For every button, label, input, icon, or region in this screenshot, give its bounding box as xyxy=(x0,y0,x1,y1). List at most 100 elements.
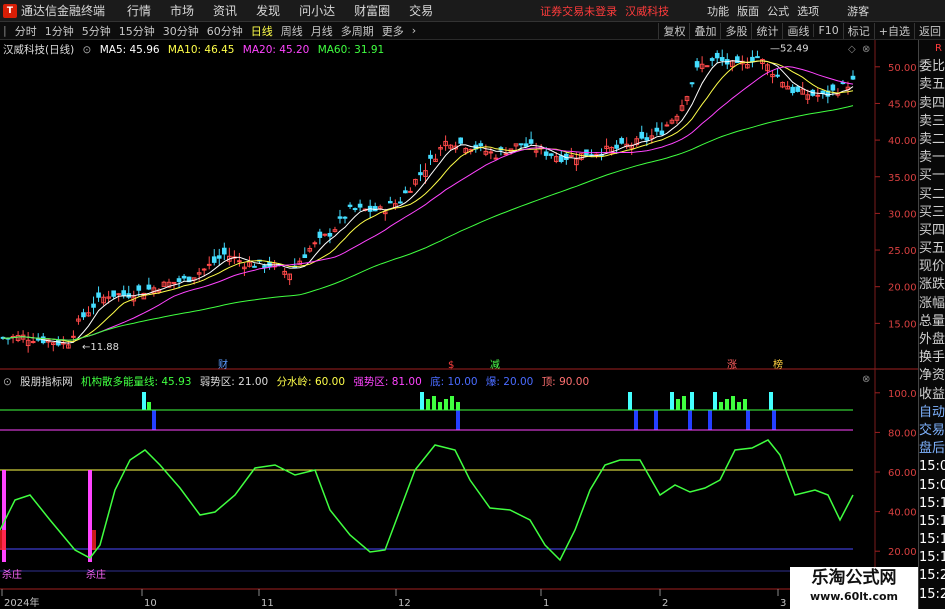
candle-body xyxy=(704,65,710,68)
cyan-signal-bar xyxy=(690,392,694,410)
side-item[interactable]: 15:10 xyxy=(919,495,945,513)
side-item[interactable]: 盘后 xyxy=(919,440,945,458)
side-item[interactable]: 净资 xyxy=(919,367,945,385)
expand-icon[interactable]: ⊗ xyxy=(862,44,870,55)
side-item[interactable]: 15:25 xyxy=(919,567,945,585)
menu-item-function[interactable]: 功能 xyxy=(707,3,729,19)
watermark-title: 乐淘公式网 xyxy=(811,568,897,588)
trade-login-notice[interactable]: 证券交易未登录 xyxy=(540,3,617,19)
side-item[interactable]: 自动 xyxy=(919,404,945,422)
green-signal-bar xyxy=(426,399,430,410)
side-item[interactable]: 卖二 xyxy=(919,131,945,149)
tab-timeshare[interactable]: 分时 xyxy=(15,23,37,39)
side-item[interactable]: 换手 xyxy=(919,349,945,367)
tab-multi-period[interactable]: 多周期 xyxy=(341,23,374,39)
green-signal-bar xyxy=(147,402,151,410)
menu-item-quotes[interactable]: 行情 xyxy=(127,2,151,19)
indicator-name[interactable]: 股朋指标网 xyxy=(20,376,73,388)
side-item[interactable]: 买四 xyxy=(919,222,945,240)
side-item[interactable]: 买三 xyxy=(919,204,945,222)
blue-signal-bar xyxy=(634,410,638,430)
side-item[interactable]: 买一 xyxy=(919,167,945,185)
tab-30min[interactable]: 30分钟 xyxy=(163,23,199,39)
cyan-signal-bar xyxy=(713,392,717,410)
side-item[interactable]: 涨跌 xyxy=(919,276,945,294)
menu-item-market[interactable]: 市场 xyxy=(170,2,194,19)
tab-weekly[interactable]: 周线 xyxy=(281,23,303,39)
side-item[interactable]: 外盘 xyxy=(919,331,945,349)
side-item[interactable]: 15:00 xyxy=(919,458,945,476)
tab-1min[interactable]: 1分钟 xyxy=(45,23,74,39)
indicator-r-badge[interactable]: R xyxy=(919,40,945,58)
side-item[interactable]: 委比 xyxy=(919,58,945,76)
chart-corner-icons[interactable]: ◇ ⊗ ⊗ xyxy=(848,44,870,385)
candle-body xyxy=(478,143,484,147)
blue-signal-bar xyxy=(688,410,692,430)
candle-body xyxy=(493,157,499,160)
toolbar-separator-icon: | xyxy=(3,24,7,37)
indicator-tick-label: 80.00 xyxy=(888,428,917,439)
diamond-icon[interactable]: ◇ xyxy=(848,44,856,55)
adjust-button[interactable]: 复权 xyxy=(658,22,689,39)
add-watchlist-button[interactable]: +自选 xyxy=(873,22,914,39)
side-item[interactable]: 15:15 xyxy=(919,531,945,549)
side-item[interactable]: 15:25 xyxy=(919,586,945,604)
side-item[interactable]: 收益 xyxy=(919,386,945,404)
side-item[interactable]: 15:15 xyxy=(919,549,945,567)
tab-more[interactable]: 更多 xyxy=(382,23,404,39)
high-price-label: —52.49 xyxy=(770,44,809,55)
side-item[interactable]: 现价 xyxy=(919,258,945,276)
side-item[interactable]: 卖四 xyxy=(919,95,945,113)
side-item[interactable]: 卖一 xyxy=(919,149,945,167)
side-item[interactable]: 卖三 xyxy=(919,113,945,131)
tab-monthly[interactable]: 月线 xyxy=(311,23,333,39)
kline-chart-area[interactable]: 50.00 45.00 40.00 35.00 30.00 25.00 20.00 15.00… xyxy=(0,40,918,609)
f10-button[interactable]: F10 xyxy=(813,24,842,37)
side-item[interactable]: 交易 xyxy=(919,422,945,440)
tab-60min[interactable]: 60分钟 xyxy=(207,23,243,39)
candle-body xyxy=(689,82,695,85)
close-pane-icon[interactable]: ⊗ xyxy=(862,374,870,385)
back-button[interactable]: 返回 xyxy=(914,22,945,39)
side-item[interactable]: 涨幅 xyxy=(919,295,945,313)
menu-item-discover[interactable]: 发现 xyxy=(256,2,280,19)
statistics-button[interactable]: 统计 xyxy=(751,22,782,39)
menu-item-formula[interactable]: 公式 xyxy=(767,3,789,19)
tab-5min[interactable]: 5分钟 xyxy=(82,23,111,39)
guest-button[interactable]: 游客 xyxy=(847,3,869,19)
multi-stock-button[interactable]: 多股 xyxy=(720,22,751,39)
blue-signal-bar xyxy=(152,410,156,430)
side-item[interactable]: 卖五 xyxy=(919,76,945,94)
param-bottom: 底: 10.00 xyxy=(430,376,478,388)
ma60-line xyxy=(3,105,854,341)
menu-item-wealth[interactable]: 财富圈 xyxy=(354,2,390,19)
param-strong: 强势区: 81.00 xyxy=(353,376,422,388)
candle-body xyxy=(116,293,121,296)
main-chart-info: 汉威科技(日线) ⊙ MA5: 45.96 MA10: 46.45 MA20: … xyxy=(3,42,389,57)
side-item[interactable]: 15:10 xyxy=(919,513,945,531)
menu-item-trade[interactable]: 交易 xyxy=(409,2,433,19)
green-signal-bar xyxy=(725,399,729,410)
settings-icon[interactable]: ⊙ xyxy=(83,44,92,56)
event-marker: 减 xyxy=(490,359,500,371)
side-item[interactable]: 买二 xyxy=(919,186,945,204)
side-item[interactable]: 15:00 xyxy=(919,477,945,495)
menu-item-ask[interactable]: 问小达 xyxy=(299,2,335,19)
draw-line-button[interactable]: 画线 xyxy=(782,22,813,39)
candle-body xyxy=(357,203,363,208)
menu-item-options[interactable]: 选项 xyxy=(797,3,819,19)
candle-body xyxy=(558,155,564,162)
overlay-button[interactable]: 叠加 xyxy=(689,22,720,39)
tab-daily[interactable]: 日线 xyxy=(251,23,273,39)
chevron-right-icon[interactable]: › xyxy=(412,24,416,37)
watermark: 乐淘公式网 www.60lt.com xyxy=(790,567,918,609)
indicator-settings-icon[interactable]: ⊙ xyxy=(3,376,12,388)
mark-button[interactable]: 标记 xyxy=(842,22,874,39)
menu-item-layout[interactable]: 版面 xyxy=(737,3,759,19)
menu-item-news[interactable]: 资讯 xyxy=(213,2,237,19)
side-item[interactable]: 买五 xyxy=(919,240,945,258)
price-tick-label: 40.00 xyxy=(888,136,917,147)
date-tick-label: 2024年 xyxy=(4,596,39,609)
tab-15min[interactable]: 15分钟 xyxy=(119,23,155,39)
side-item[interactable]: 总量 xyxy=(919,313,945,331)
